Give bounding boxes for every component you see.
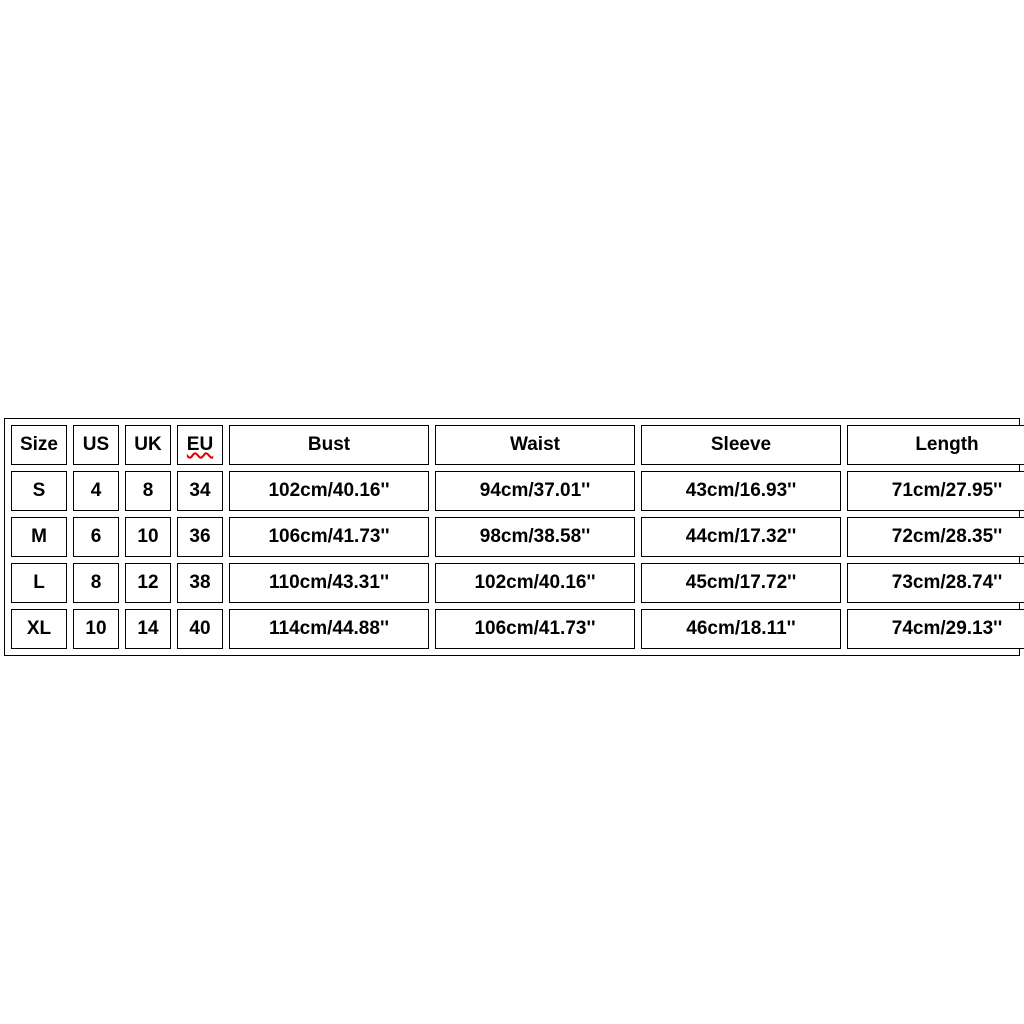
cell-eu: 40: [177, 609, 223, 649]
cell-sleeve: 45cm/17.72'': [641, 563, 841, 603]
cell-waist: 94cm/37.01'': [435, 471, 635, 511]
cell-sleeve: 46cm/18.11'': [641, 609, 841, 649]
cell-size: M: [11, 517, 67, 557]
cell-waist: 106cm/41.73'': [435, 609, 635, 649]
table-row: S 4 8 34 102cm/40.16'' 94cm/37.01'' 43cm…: [11, 471, 1024, 511]
cell-uk: 14: [125, 609, 171, 649]
cell-bust: 114cm/44.88'': [229, 609, 429, 649]
cell-sleeve: 44cm/17.32'': [641, 517, 841, 557]
table-row: L 8 12 38 110cm/43.31'' 102cm/40.16'' 45…: [11, 563, 1024, 603]
cell-bust: 102cm/40.16'': [229, 471, 429, 511]
cell-length: 74cm/29.13'': [847, 609, 1024, 649]
header-sleeve: Sleeve: [641, 425, 841, 465]
cell-size: S: [11, 471, 67, 511]
cell-us: 8: [73, 563, 119, 603]
cell-waist: 98cm/38.58'': [435, 517, 635, 557]
cell-size: L: [11, 563, 67, 603]
cell-uk: 10: [125, 517, 171, 557]
header-uk: UK: [125, 425, 171, 465]
cell-sleeve: 43cm/16.93'': [641, 471, 841, 511]
cell-us: 4: [73, 471, 119, 511]
page: Size US UK EU Bust Waist Sleeve Length S…: [0, 0, 1024, 1024]
header-eu-text: EU: [187, 434, 213, 455]
cell-us: 6: [73, 517, 119, 557]
table-body: S 4 8 34 102cm/40.16'' 94cm/37.01'' 43cm…: [11, 471, 1024, 649]
cell-us: 10: [73, 609, 119, 649]
cell-eu: 38: [177, 563, 223, 603]
size-chart-container: Size US UK EU Bust Waist Sleeve Length S…: [4, 418, 1020, 656]
cell-bust: 110cm/43.31'': [229, 563, 429, 603]
header-row: Size US UK EU Bust Waist Sleeve Length: [11, 425, 1024, 465]
table-row: XL 10 14 40 114cm/44.88'' 106cm/41.73'' …: [11, 609, 1024, 649]
header-size: Size: [11, 425, 67, 465]
cell-eu: 36: [177, 517, 223, 557]
cell-uk: 12: [125, 563, 171, 603]
size-chart-table: Size US UK EU Bust Waist Sleeve Length S…: [5, 419, 1024, 655]
header-bust: Bust: [229, 425, 429, 465]
header-us: US: [73, 425, 119, 465]
cell-length: 73cm/28.74'': [847, 563, 1024, 603]
cell-uk: 8: [125, 471, 171, 511]
table-row: M 6 10 36 106cm/41.73'' 98cm/38.58'' 44c…: [11, 517, 1024, 557]
cell-bust: 106cm/41.73'': [229, 517, 429, 557]
header-eu: EU: [177, 425, 223, 465]
cell-length: 71cm/27.95'': [847, 471, 1024, 511]
table-header: Size US UK EU Bust Waist Sleeve Length: [11, 425, 1024, 465]
cell-size: XL: [11, 609, 67, 649]
cell-length: 72cm/28.35'': [847, 517, 1024, 557]
cell-waist: 102cm/40.16'': [435, 563, 635, 603]
cell-eu: 34: [177, 471, 223, 511]
header-waist: Waist: [435, 425, 635, 465]
header-length: Length: [847, 425, 1024, 465]
